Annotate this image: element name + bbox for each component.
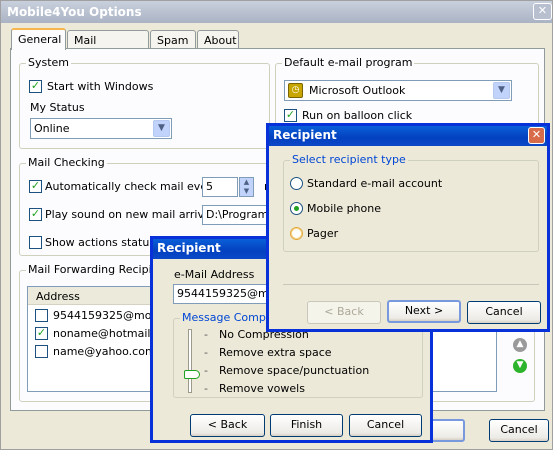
pager-label: Pager xyxy=(307,227,339,240)
back-button[interactable]: < Back xyxy=(307,301,381,324)
start-with-windows-checkbox[interactable]: ✓ xyxy=(29,80,42,93)
run-on-balloon-checkbox[interactable]: ✓ xyxy=(284,109,297,122)
recipient-checkbox[interactable] xyxy=(35,345,48,358)
system-group-label: System xyxy=(26,56,72,69)
compression-level-label: Remove extra space xyxy=(219,346,332,359)
down-arrow-circle-icon[interactable]: ▼ xyxy=(513,359,527,373)
show-actions-checkbox[interactable] xyxy=(29,236,42,249)
sound-path-input[interactable]: D:\Program F xyxy=(202,205,272,225)
next-button[interactable]: Next > xyxy=(387,300,461,323)
window-title: Mobile4You Options xyxy=(7,5,142,19)
chevron-down-icon[interactable]: ▼ xyxy=(493,82,510,99)
finish-button[interactable]: Finish xyxy=(270,414,343,437)
pager-radio[interactable] xyxy=(290,227,303,240)
play-sound-checkbox[interactable]: ✓ xyxy=(29,208,42,221)
mobile-phone-radio[interactable] xyxy=(290,202,303,215)
recipient-checkbox[interactable]: ✓ xyxy=(35,327,48,340)
dialog-title: Recipient xyxy=(269,126,547,146)
auto-check-checkbox[interactable]: ✓ xyxy=(29,180,42,193)
tick-mark: - xyxy=(204,364,208,377)
mobile-phone-label: Mobile phone xyxy=(307,202,382,215)
close-icon[interactable]: ✕ xyxy=(528,127,545,144)
run-on-balloon-label: Run on balloon click xyxy=(302,109,413,122)
recipient-type-group-label: Select recipient type xyxy=(290,153,408,166)
main-cancel-button[interactable]: Cancel xyxy=(489,419,549,442)
email-program-select[interactable]: ◷ Microsoft Outlook ▼ xyxy=(284,80,512,101)
recipient-type-group: Select recipient type Standard e-mail ac… xyxy=(283,153,539,252)
cancel-button[interactable]: Cancel xyxy=(349,414,422,437)
mail-checking-group-label: Mail Checking xyxy=(26,156,107,169)
title-bar: Mobile4You Options ✕ xyxy=(1,1,552,23)
email-address-input[interactable]: 9544159325@mobile xyxy=(173,284,271,304)
email-program-value: Microsoft Outlook xyxy=(309,84,406,97)
check-interval-input[interactable]: 5 xyxy=(202,177,238,197)
standard-email-radio[interactable] xyxy=(290,177,303,190)
tab-mail-accounts[interactable]: Mail Accounts xyxy=(67,30,149,60)
interval-spinner[interactable]: ▲ ▼ xyxy=(239,177,254,197)
auto-check-label: Automatically check mail every xyxy=(45,180,219,193)
compression-level-label: Remove vowels xyxy=(219,382,305,395)
standard-email-label: Standard e-mail account xyxy=(307,177,443,190)
my-status-label: My Status xyxy=(30,101,85,114)
tab-spam[interactable]: Spam xyxy=(150,30,196,49)
tick-mark: - xyxy=(204,382,208,395)
tab-general[interactable]: General xyxy=(11,28,66,50)
outlook-clock-icon: ◷ xyxy=(288,83,303,98)
show-actions-label: Show actions status xyxy=(45,236,156,249)
recipient-type-dialog: Recipient ✕ Select recipient type Standa… xyxy=(266,123,550,332)
recipient-address: name@yahoo.com xyxy=(53,345,156,358)
tab-about[interactable]: About xyxy=(197,30,239,49)
system-group: System ✓ Start with Windows My Status On… xyxy=(19,56,270,149)
email-address-label: e-Mail Address xyxy=(174,268,255,281)
my-status-select[interactable]: Online ▼ xyxy=(30,118,172,139)
recipient-checkbox[interactable] xyxy=(35,309,48,322)
tick-mark: - xyxy=(204,346,208,359)
close-icon[interactable]: ✕ xyxy=(533,3,552,20)
cancel-button[interactable]: Cancel xyxy=(467,301,541,324)
up-arrow-circle-icon[interactable]: ▲ xyxy=(513,338,527,352)
start-with-windows-label: Start with Windows xyxy=(47,80,154,93)
chevron-down-icon[interactable]: ▼ xyxy=(153,120,170,137)
compression-level-label: Remove space/punctuation xyxy=(219,364,370,377)
email-program-group-label: Default e-mail program xyxy=(282,56,415,69)
email-program-group: Default e-mail program ◷ Microsoft Outlo… xyxy=(275,56,539,127)
compression-slider-track[interactable] xyxy=(188,329,192,393)
divider xyxy=(283,284,539,285)
compression-slider-thumb[interactable] xyxy=(184,370,200,379)
my-status-value: Online xyxy=(34,122,70,135)
play-sound-label: Play sound on new mail arrival xyxy=(45,208,214,221)
back-button[interactable]: < Back xyxy=(190,414,265,437)
tick-mark: - xyxy=(204,328,208,341)
